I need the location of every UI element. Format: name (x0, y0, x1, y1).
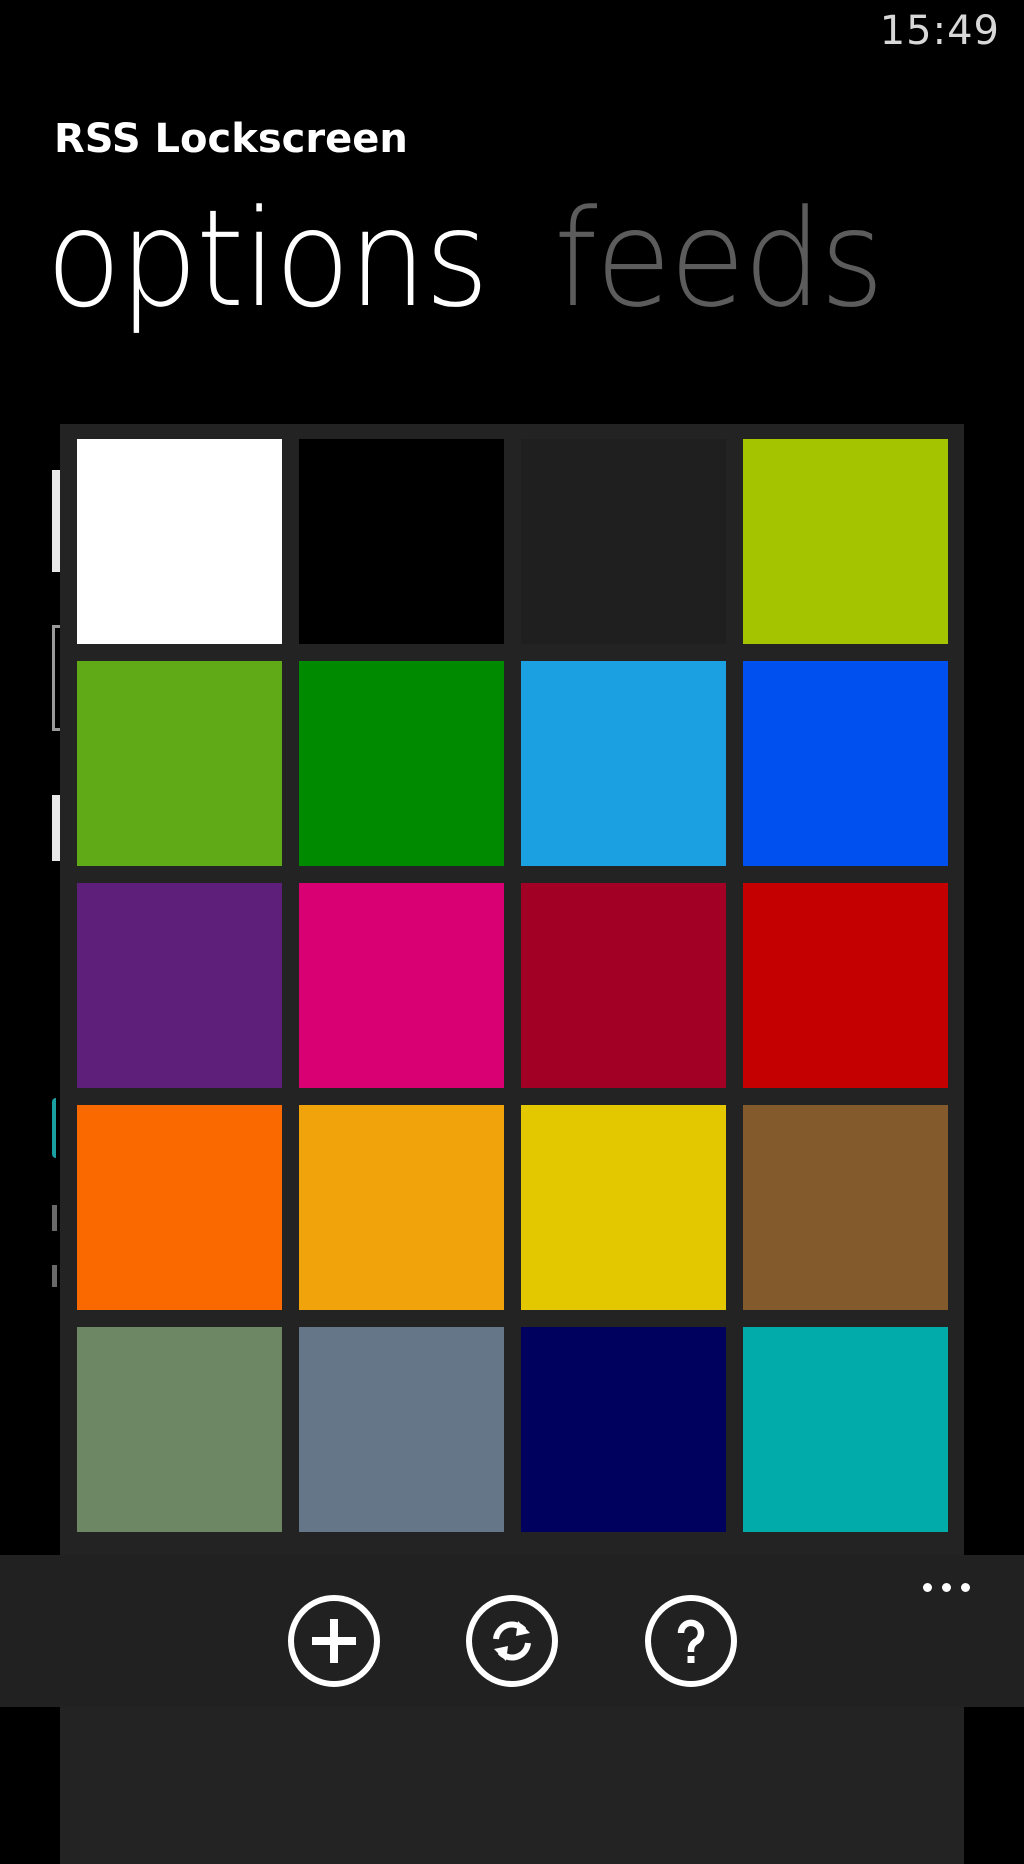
color-swatch[interactable] (743, 1327, 948, 1532)
pivot-header: options feeds (46, 192, 938, 326)
background-control-edge (52, 795, 60, 861)
color-swatch[interactable] (743, 883, 948, 1088)
help-icon (677, 1619, 705, 1663)
color-swatch[interactable] (299, 883, 504, 1088)
color-swatch[interactable] (521, 883, 726, 1088)
app-title: RSS Lockscreen (54, 116, 408, 162)
background-control-edge (52, 1205, 57, 1231)
color-swatch[interactable] (521, 1105, 726, 1310)
sync-icon (493, 1621, 531, 1661)
color-swatch[interactable] (77, 883, 282, 1088)
color-swatch[interactable] (299, 1327, 504, 1532)
tab-options[interactable]: options (46, 192, 489, 326)
color-swatch[interactable] (743, 1105, 948, 1310)
color-swatch[interactable] (77, 1327, 282, 1532)
add-icon (312, 1619, 356, 1663)
status-time: 15:49 (879, 8, 1000, 54)
tab-feeds[interactable]: feeds (554, 192, 884, 326)
color-swatch[interactable] (521, 1327, 726, 1532)
more-options-button[interactable] (917, 1577, 976, 1598)
color-swatch[interactable] (743, 661, 948, 866)
color-swatch[interactable] (77, 439, 282, 644)
help-button[interactable] (645, 1595, 737, 1687)
app-bar (0, 1555, 1024, 1707)
color-swatch[interactable] (521, 439, 726, 644)
ellipsis-icon (923, 1583, 932, 1592)
color-swatch[interactable] (521, 661, 726, 866)
color-swatch[interactable] (299, 661, 504, 866)
background-control-edge (52, 470, 60, 572)
color-picker-grid (77, 439, 951, 1532)
color-swatch[interactable] (299, 439, 504, 644)
color-swatch[interactable] (299, 1105, 504, 1310)
ellipsis-icon (961, 1583, 970, 1592)
add-button[interactable] (288, 1595, 380, 1687)
sync-button[interactable] (466, 1595, 558, 1687)
background-control-edge (52, 1265, 57, 1287)
background-control-edge (52, 1098, 56, 1158)
color-swatch[interactable] (743, 439, 948, 644)
color-swatch[interactable] (77, 1105, 282, 1310)
color-swatch[interactable] (77, 661, 282, 866)
ellipsis-icon (942, 1583, 951, 1592)
